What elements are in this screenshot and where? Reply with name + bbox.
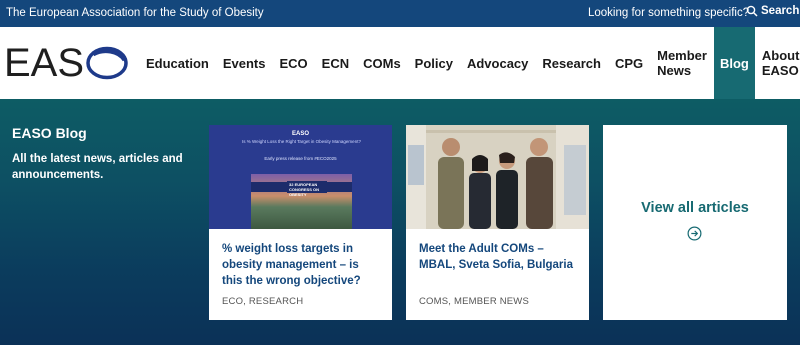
arrow-circle-right-icon[interactable]: [687, 226, 702, 241]
easo-logo[interactable]: EAS: [4, 41, 130, 85]
badge-text: EUROPEAN CONGRESS ON OBESITY: [289, 182, 320, 197]
nav-item-events[interactable]: Events: [216, 27, 273, 99]
nav-item-coms[interactable]: COMs: [356, 27, 408, 99]
nav-item-ecn[interactable]: ECN: [315, 27, 356, 99]
nav-menu: Education Events ECO ECN COMs Policy Adv…: [139, 27, 800, 99]
main-nav: EAS Education Events ECO ECN COMs Policy…: [0, 27, 800, 99]
nav-item-research[interactable]: Research: [535, 27, 608, 99]
nav-item-blog[interactable]: Blog: [713, 27, 755, 99]
blog-card-image: [406, 125, 589, 229]
nav-item-advocacy[interactable]: Advocacy: [460, 27, 535, 99]
congress-badge: 32 EUROPEAN CONGRESS ON OBESITY: [287, 181, 327, 197]
search-button[interactable]: Search: [746, 5, 799, 17]
nav-item-about-easo[interactable]: About EASO: [755, 27, 800, 99]
search-prompt: Looking for something specific?: [588, 7, 750, 19]
org-name: The European Association for the Study o…: [6, 7, 264, 19]
view-all-articles-link[interactable]: View all articles: [603, 200, 787, 216]
nav-item-member-news[interactable]: Member News: [650, 27, 714, 99]
thumb-question: Is % Weight Loss the Right Target in Obe…: [242, 139, 361, 144]
thumb-release: Early press release from #ECO2025: [264, 156, 337, 161]
thumb-city-banner: 32 EUROPEAN CONGRESS ON OBESITY: [251, 174, 352, 229]
search-icon: [746, 5, 758, 17]
blog-card-image: EASO Is % Weight Loss the Right Target i…: [209, 125, 392, 229]
view-all-card[interactable]: View all articles: [603, 125, 787, 320]
blog-card-tags: ECO, RESEARCH: [222, 296, 304, 307]
blog-card-tags: COMS, MEMBER NEWS: [419, 296, 530, 307]
blog-card[interactable]: Meet the Adult COMs – MBAL, Sveta Sofia,…: [406, 125, 589, 320]
blog-section: EASO Blog All the latest news, articles …: [0, 99, 800, 345]
nav-item-education[interactable]: Education: [139, 27, 216, 99]
blog-title: EASO Blog: [12, 125, 87, 141]
blog-card-title[interactable]: % weight loss targets in obesity managem…: [222, 241, 382, 289]
nav-item-cpg[interactable]: CPG: [608, 27, 650, 99]
thumb-brand: EASO: [291, 131, 309, 137]
group-photo: [406, 125, 589, 229]
blog-card-title[interactable]: Meet the Adult COMs – MBAL, Sveta Sofia,…: [419, 241, 579, 273]
blog-card[interactable]: EASO Is % Weight Loss the Right Target i…: [209, 125, 392, 320]
logo-letters: EAS: [4, 41, 85, 85]
search-button-label: Search: [761, 5, 800, 17]
nav-item-eco[interactable]: ECO: [272, 27, 314, 99]
logo-o-mark: [86, 46, 128, 80]
top-utility-bar: The European Association for the Study o…: [0, 0, 800, 27]
nav-item-policy[interactable]: Policy: [408, 27, 460, 99]
blog-subtitle: All the latest news, articles and announ…: [12, 153, 183, 181]
